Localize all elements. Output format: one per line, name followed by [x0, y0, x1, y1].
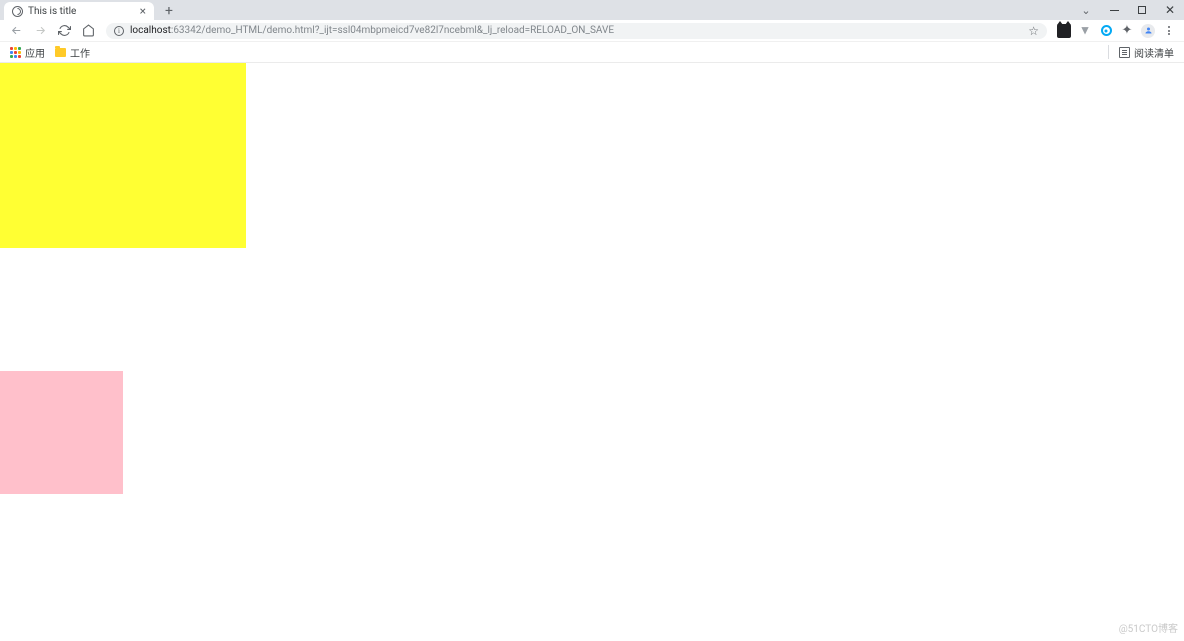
- forward-button[interactable]: [30, 21, 50, 41]
- yellow-box: [0, 63, 246, 248]
- tab-title: This is title: [28, 6, 135, 17]
- extensions-icon[interactable]: ✦: [1120, 24, 1134, 38]
- maximize-button[interactable]: [1128, 0, 1156, 20]
- pink-box: [0, 371, 123, 494]
- minimize-button[interactable]: [1100, 0, 1128, 20]
- apps-label: 应用: [25, 45, 45, 60]
- extension-v-icon[interactable]: ▾: [1078, 24, 1092, 38]
- close-tab-icon[interactable]: ×: [140, 5, 146, 17]
- chevron-down-icon[interactable]: ⌄: [1072, 0, 1100, 20]
- new-tab-button[interactable]: +: [160, 2, 178, 20]
- apps-icon: [10, 47, 21, 58]
- reading-list-button[interactable]: 阅读清单: [1108, 45, 1174, 60]
- reading-list-label: 阅读清单: [1134, 45, 1174, 60]
- browser-tab[interactable]: This is title ×: [4, 2, 154, 20]
- reading-list-icon: [1119, 47, 1130, 58]
- folder-label: 工作: [70, 45, 90, 60]
- tab-strip: This is title × + ⌄ ✕: [0, 0, 1184, 20]
- extension-icons: ▾ ✦: [1055, 24, 1178, 38]
- page-content: @51CTO博客: [0, 63, 1184, 641]
- kebab-menu-icon[interactable]: [1162, 24, 1176, 38]
- extension-cat-icon[interactable]: [1057, 24, 1071, 38]
- folder-icon: [55, 48, 66, 57]
- star-icon[interactable]: ☆: [1028, 24, 1039, 38]
- url-text: localhost:63342/demo_HTML/demo.html?_ijt…: [130, 25, 614, 36]
- address-bar[interactable]: localhost:63342/demo_HTML/demo.html?_ijt…: [106, 23, 1047, 39]
- url-host: localhost: [130, 25, 171, 36]
- home-button[interactable]: [78, 21, 98, 41]
- back-button[interactable]: [6, 21, 26, 41]
- bookmark-folder-work[interactable]: 工作: [55, 45, 90, 60]
- window-controls: ⌄ ✕: [1072, 0, 1184, 20]
- avatar-icon[interactable]: [1141, 24, 1155, 38]
- bookmarks-bar: 应用 工作 阅读清单: [0, 42, 1184, 63]
- watermark: @51CTO博客: [1119, 620, 1178, 635]
- extension-ring-icon[interactable]: [1099, 24, 1113, 38]
- reload-button[interactable]: [54, 21, 74, 41]
- apps-button[interactable]: 应用: [10, 45, 45, 60]
- address-bar-row: localhost:63342/demo_HTML/demo.html?_ijt…: [0, 20, 1184, 42]
- info-icon[interactable]: [114, 26, 124, 36]
- globe-icon: [12, 6, 23, 17]
- close-window-button[interactable]: ✕: [1156, 0, 1184, 20]
- url-path: :63342/demo_HTML/demo.html?_ijt=ssl04mbp…: [171, 25, 614, 36]
- divider: [1108, 45, 1109, 59]
